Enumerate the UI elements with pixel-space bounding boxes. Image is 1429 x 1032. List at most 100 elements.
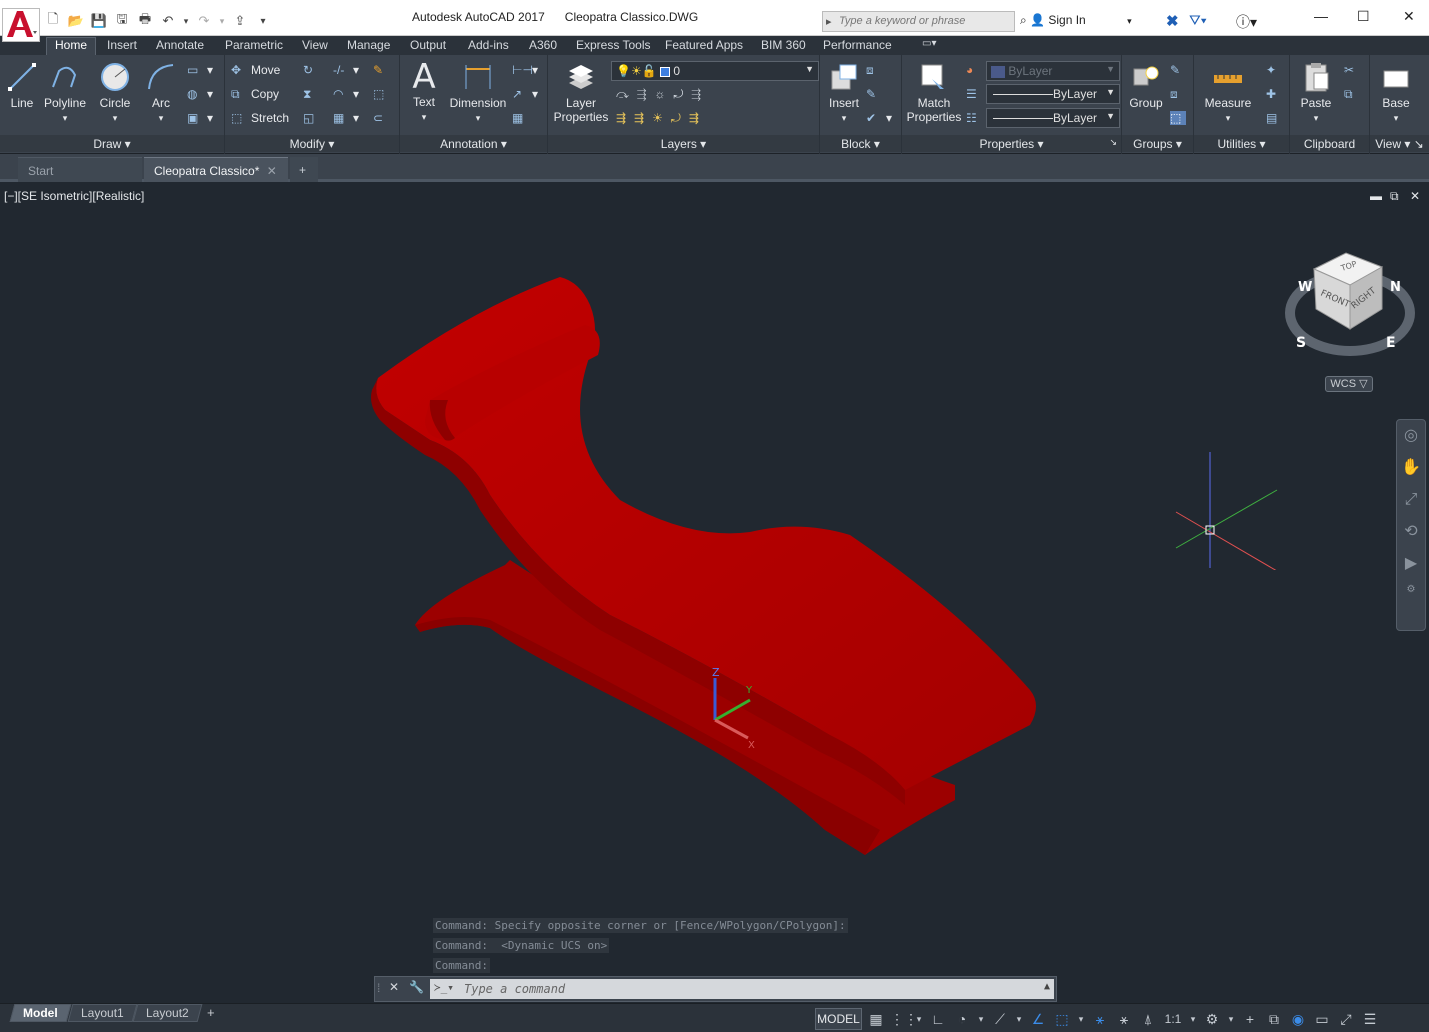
tab-drawing[interactable]: Cleopatra Classico* ✕ [144,157,288,182]
mirror-icon[interactable]: ⧗ [303,87,323,102]
new-icon[interactable]: 🗋 [44,10,62,32]
cut-icon[interactable]: ✂ [1344,63,1364,77]
compass-w-label[interactable]: W [1298,280,1312,295]
dynamic-ucs-icon[interactable]: ⚹ [1090,1008,1110,1030]
snap-dropdown-icon[interactable]: ▾ [914,1008,924,1030]
search-input[interactable]: Type a keyword or phrase [822,11,1015,32]
annotation-scale-icon[interactable]: ⍋ [1138,1008,1158,1030]
binoculars-icon[interactable]: ⌕ [1020,13,1027,27]
redo-dropdown-icon[interactable]: ▾ [218,16,226,27]
model-space-button[interactable]: MODEL [815,1008,862,1030]
tab-a360[interactable]: A360 [529,38,557,52]
linear-dim-icon[interactable]: ⊢⊣▾ [512,63,538,77]
lineweight-dropdown[interactable]: ByLayer ▼ [986,108,1120,128]
edit-attributes-icon[interactable]: ✔ ▾ [866,111,892,125]
sign-in-dropdown-icon[interactable]: ▾ [1127,16,1132,26]
add-layout-icon[interactable]: + [207,1005,215,1020]
share-icon[interactable]: ⇪ [231,13,249,29]
workspace-icon[interactable]: ⚙ [1202,1008,1222,1030]
clean-screen-icon[interactable]: ⤢ [1336,1008,1356,1030]
pan-icon[interactable]: ✋ [1397,452,1425,484]
exchange-apps-icon[interactable]: ✖ [1166,12,1179,30]
layer-properties-button[interactable]: Layer Properties [552,61,610,124]
navbar-menu-icon[interactable]: ⚙ [1397,580,1425,600]
undo-icon[interactable]: ↶ [159,13,177,29]
new-tab-button[interactable]: + [290,157,318,182]
ortho-icon[interactable]: ∟ [928,1008,948,1030]
ribbon-minimize-icon[interactable]: ▭▾ [922,38,936,49]
copy-clip-icon[interactable]: ⧉ [1344,87,1364,102]
rotate-icon[interactable]: ↻ [303,63,323,77]
stretch-button[interactable]: ⬚ Stretch [231,111,289,125]
polar-dropdown-icon[interactable]: ▾ [976,1008,986,1030]
command-close-icon[interactable]: ✕ [389,980,399,994]
command-customize-icon[interactable]: 🔧 [409,980,424,994]
viewport-minimize-icon[interactable]: ▬ [1370,189,1382,203]
undo-dropdown-icon[interactable]: ▾ [182,16,190,27]
block-panel-label[interactable]: Block ▾ [820,135,901,152]
a360-icon[interactable]: ⛛▾ [1189,12,1207,29]
tab-output[interactable]: Output [410,38,446,52]
layers-panel-label[interactable]: Layers ▾ [548,135,819,152]
object-snap-icon[interactable]: ⬚ [1052,1008,1072,1030]
properties-panel-label[interactable]: Properties ▾ ↘ [902,135,1121,152]
layout-tab-layout2[interactable]: Layout2 [132,1004,203,1022]
polar-icon[interactable]: ◔ [952,1008,972,1030]
tab-bim360[interactable]: BIM 360 [761,38,806,52]
hardware-acceleration-icon[interactable]: ▭ [1312,1008,1332,1030]
scale-icon[interactable]: ◱ [303,111,323,125]
layer-dropdown[interactable]: 💡☀🔓 0 ▼ [611,61,819,81]
snap-icon[interactable]: ⋮⋮ [890,1008,918,1030]
customization-menu-icon[interactable]: ☰ [1360,1008,1380,1030]
viewport-controls[interactable]: [−][SE Isometric][Realistic] [4,189,144,203]
explode-icon[interactable]: ⬚ [373,87,393,101]
showmotion-icon[interactable]: ▶ [1397,548,1425,580]
tab-home[interactable]: Home [46,37,97,55]
group-selection-icon[interactable]: ⬚ [1170,111,1190,125]
annotation-panel-label[interactable]: Annotation ▾ [400,135,547,152]
erase-icon[interactable]: ✎ [373,63,393,77]
viewport-close-icon[interactable]: ✕ [1410,189,1420,203]
paste-button[interactable]: Paste ▾ [1296,61,1336,125]
customize-qat-icon[interactable]: ▾ [254,16,272,27]
polyline-button[interactable]: Polyline ▾ [42,61,88,125]
array-icon[interactable]: ▦ ▾ [333,111,359,125]
steering-wheel-icon[interactable]: ◎ [1397,420,1425,452]
offset-icon[interactable]: ⊂ [373,111,393,125]
tab-featured-apps[interactable]: Featured Apps [665,38,743,52]
create-block-icon[interactable]: ⧈ [866,63,886,78]
annotation-scale-value[interactable]: 1:1 [1162,1008,1184,1030]
isodraft-icon[interactable]: ⟋ [990,1008,1010,1030]
id-point-icon[interactable]: ✚ [1266,87,1286,101]
tab-insert[interactable]: Insert [107,38,137,52]
tab-start[interactable]: Start [18,157,142,182]
dimension-button[interactable]: Dimension ▾ [448,61,508,125]
fillet-icon[interactable]: ◠ ▾ [333,87,359,101]
compass-e-label[interactable]: E [1386,335,1396,351]
annotation-visibility-icon[interactable]: ⚹ [1114,1008,1134,1030]
line-button[interactable]: Line [4,61,40,110]
save-icon[interactable]: 💾 [90,13,108,29]
save-as-icon[interactable]: 🖫 [113,10,131,32]
modify-panel-label[interactable]: Modify ▾ [225,135,399,152]
drawing-viewport[interactable]: [−][SE Isometric][Realistic] ▬ ⧉ ✕ Z Y X [0,185,1429,1003]
trim-icon[interactable]: -/- ▾ [333,63,359,77]
tab-express-tools[interactable]: Express Tools [576,38,650,52]
leader-icon[interactable]: ↗ ▾ [512,87,538,101]
units-icon[interactable]: ⧉ [1264,1008,1284,1030]
tab-performance[interactable]: Performance [823,38,892,52]
clipboard-panel-label[interactable]: Clipboard [1290,135,1369,152]
groups-panel-label[interactable]: Groups ▾ [1122,135,1193,152]
tab-annotate[interactable]: Annotate [156,38,204,52]
draw-panel-label[interactable]: Draw ▾ [0,135,224,152]
sign-in-button[interactable]: ⌕ 👤 Sign In ▾ [1020,13,1132,28]
rectangle-icon[interactable]: ▭ ▾ [187,63,213,77]
isodraft-dropdown-icon[interactable]: ▾ [1014,1008,1024,1030]
insert-button[interactable]: Insert ▾ [824,61,864,125]
zoom-extents-icon[interactable]: ⤢ [1397,484,1425,516]
workspace-dropdown-icon[interactable]: ▾ [1226,1008,1236,1030]
layer-tools-row-2[interactable]: ⇶⇶☀⤾⇶ [616,111,707,126]
command-grip-icon[interactable]: ⁞ [377,981,380,995]
close-button[interactable]: ✕ [1403,8,1415,25]
base-button[interactable]: Base ▾ [1376,61,1416,125]
